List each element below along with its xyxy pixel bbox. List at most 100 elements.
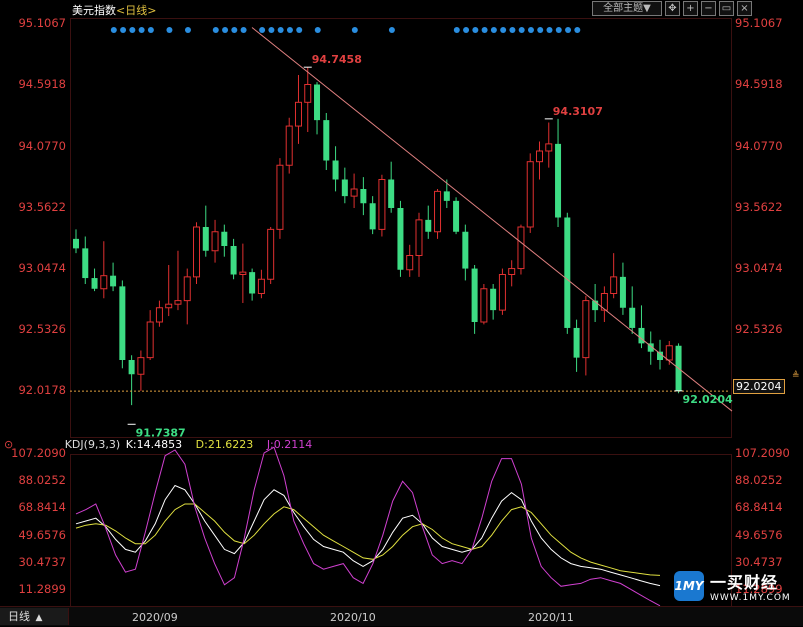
candle-down[interactable] (128, 355, 135, 406)
event-dot[interactable] (546, 27, 553, 33)
candle-down[interactable] (462, 224, 469, 281)
event-dot[interactable] (500, 27, 507, 33)
candle-up[interactable] (600, 286, 608, 322)
event-dot[interactable] (147, 27, 154, 33)
candle-down[interactable] (110, 262, 117, 292)
candle-up[interactable] (165, 265, 173, 317)
candle-down[interactable] (619, 262, 626, 315)
candle-up[interactable] (415, 212, 423, 277)
event-dot[interactable] (351, 27, 358, 33)
event-dot[interactable] (472, 27, 479, 33)
candle-down[interactable] (453, 197, 460, 235)
period-switch-button[interactable]: 日线 ▲ (0, 608, 69, 625)
candle-up[interactable] (498, 268, 506, 315)
candle-down[interactable] (471, 265, 478, 334)
event-dot[interactable] (463, 27, 470, 33)
logo-brand-text: 一买财经 (710, 573, 779, 592)
candle-up[interactable] (517, 224, 525, 275)
candle-up[interactable] (378, 174, 386, 237)
candle-up[interactable] (480, 284, 488, 325)
event-dot[interactable] (555, 27, 562, 33)
event-dot[interactable] (453, 27, 460, 33)
candle-down[interactable] (638, 305, 645, 349)
candle-down[interactable] (314, 82, 321, 135)
event-dot[interactable] (509, 27, 516, 33)
candle-up[interactable] (267, 227, 275, 284)
candlestick-chart: 94.745891.738794.310792.0204 (70, 27, 733, 607)
candle-up[interactable] (100, 241, 108, 299)
candle-down[interactable] (425, 205, 432, 239)
event-dot[interactable] (120, 27, 127, 33)
event-dot[interactable] (296, 27, 303, 33)
candle-up[interactable] (294, 75, 302, 144)
candle-down[interactable] (82, 236, 89, 285)
candle-down[interactable] (629, 286, 636, 334)
candle-down[interactable] (91, 268, 98, 292)
candle-down[interactable] (397, 200, 404, 277)
candle-up[interactable] (276, 158, 284, 239)
event-dot[interactable] (138, 27, 145, 33)
event-dot[interactable] (129, 27, 136, 33)
candle-up[interactable] (155, 300, 163, 327)
event-dot[interactable] (184, 27, 191, 33)
candle-down[interactable] (249, 268, 256, 301)
event-dot[interactable] (259, 27, 266, 33)
candle-up[interactable] (610, 253, 618, 299)
event-dot[interactable] (240, 27, 247, 33)
candle-down[interactable] (323, 113, 330, 170)
candle-up[interactable] (304, 67, 312, 132)
candle-down[interactable] (360, 177, 367, 216)
candle-down[interactable] (332, 146, 339, 192)
event-dot[interactable] (212, 27, 219, 33)
event-dot[interactable] (527, 27, 534, 33)
event-dot[interactable] (166, 27, 173, 33)
event-dot[interactable] (490, 27, 497, 33)
event-dot[interactable] (574, 27, 581, 33)
candle-up[interactable] (285, 117, 293, 174)
candle-up[interactable] (211, 219, 219, 263)
candle-up[interactable] (582, 295, 590, 376)
candle-up[interactable] (536, 141, 543, 180)
event-dot[interactable] (565, 27, 572, 33)
event-dot[interactable] (286, 27, 293, 33)
candle-down[interactable] (388, 161, 395, 213)
candle-down[interactable] (119, 280, 126, 369)
candle-down[interactable] (230, 238, 237, 280)
kdj-d-value: D:21.6223 (195, 438, 254, 451)
candle-down[interactable] (490, 284, 497, 320)
event-dot[interactable] (388, 27, 395, 33)
event-dot[interactable] (481, 27, 488, 33)
candles (73, 67, 682, 406)
candle-down[interactable] (564, 212, 571, 334)
candle-up[interactable] (434, 189, 442, 239)
event-dot[interactable] (222, 27, 229, 33)
candle-down[interactable] (202, 205, 209, 257)
candle-down[interactable] (221, 224, 228, 257)
candle-up[interactable] (508, 260, 516, 287)
candle-up[interactable] (406, 244, 414, 277)
candle-up[interactable] (174, 250, 182, 311)
candle-up[interactable] (257, 269, 265, 299)
candle-down[interactable] (369, 196, 376, 235)
settings-icon[interactable]: ⊙ (4, 438, 13, 451)
kdj-j-value: J:0.2114 (266, 438, 313, 451)
candle-up[interactable] (193, 222, 201, 284)
candle-up[interactable] (146, 310, 154, 360)
candle-down[interactable] (73, 229, 79, 254)
candle-up[interactable] (137, 350, 145, 391)
candle-up[interactable] (183, 268, 191, 325)
event-dot[interactable] (518, 27, 525, 33)
event-dot[interactable] (268, 27, 275, 33)
candle-down[interactable] (555, 118, 562, 227)
candle-up[interactable] (545, 122, 553, 168)
candle-up[interactable] (239, 243, 247, 303)
candle-down[interactable] (341, 167, 348, 204)
event-dot[interactable] (537, 27, 544, 33)
event-dot[interactable] (314, 27, 321, 33)
event-dot[interactable] (277, 27, 284, 33)
candle-up[interactable] (526, 153, 534, 233)
event-dot[interactable] (231, 27, 238, 33)
candle-down[interactable] (573, 319, 580, 372)
candle-up[interactable] (350, 173, 358, 208)
event-dot[interactable] (110, 27, 117, 33)
